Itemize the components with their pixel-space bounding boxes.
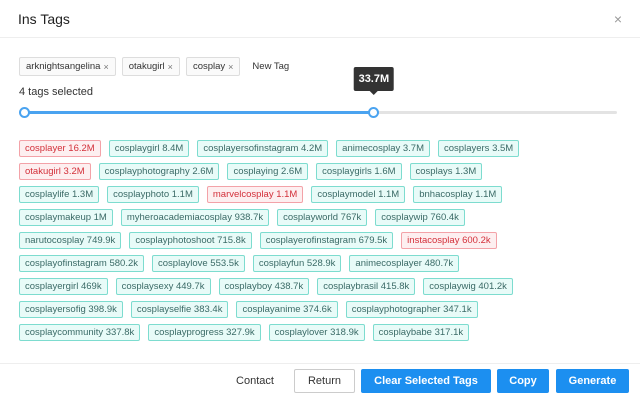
dialog-header: Ins Tags × xyxy=(0,0,640,38)
tag-chip[interactable]: cosplayersofig 398.9k xyxy=(19,301,123,318)
selected-tag-label: otakugirl xyxy=(128,61,165,72)
selected-tag: cosplay × xyxy=(185,57,241,76)
tag-list: cosplayer 16.2M cosplaygirl 8.4M cosplayer… xyxy=(19,140,619,347)
tag-chip[interactable]: animecosplayer 480.7k xyxy=(349,255,460,272)
tag-chip-selected[interactable]: cosplayer 16.2M xyxy=(19,140,101,157)
tag-chip[interactable]: cosplays 1.3M xyxy=(409,163,483,180)
tag-chip[interactable]: cosplayboy 438.7k xyxy=(218,278,310,295)
generate-button[interactable]: Generate xyxy=(556,369,629,393)
tag-chip[interactable]: bnhacosplay 1.1M xyxy=(413,186,503,203)
dialog-title: Ins Tags xyxy=(18,10,70,27)
tag-chip[interactable]: cosplayergirl 469k xyxy=(19,278,108,295)
tag-chip[interactable]: cosplaymodel 1.1M xyxy=(311,186,406,203)
new-tag-button[interactable]: New Tag xyxy=(246,57,295,76)
tag-chip[interactable]: animecosplay 3.7M xyxy=(336,140,431,157)
tag-row: cosplayergirl 469k cosplaysexy 449.7k cosp… xyxy=(19,278,619,295)
tag-chip[interactable]: cosplayersofinstagram 4.2M xyxy=(197,140,329,157)
threshold-slider[interactable]: 33.7M xyxy=(18,67,617,118)
tag-row: narutocosplay 749.9k cosplayphotoshoot 71… xyxy=(19,232,619,249)
tag-chip[interactable]: cosplaygirl 8.4M xyxy=(108,140,190,157)
tag-chip[interactable]: cosplayphotoshoot 715.8k xyxy=(129,232,252,249)
tag-chip[interactable]: cosplaywip 760.4k xyxy=(375,209,465,226)
tag-chip[interactable]: cosplaylife 1.3M xyxy=(19,186,100,203)
selected-tag-label: arknightsangelina xyxy=(26,61,101,72)
slider-tooltip: 33.7M xyxy=(353,67,395,95)
selected-tag: arknightsangelina × xyxy=(19,57,116,76)
remove-icon[interactable]: × xyxy=(228,62,233,72)
tag-row: cosplayer 16.2M cosplaygirl 8.4M cosplayer… xyxy=(19,140,619,157)
tag-chip[interactable]: cosplaylove 553.5k xyxy=(152,255,245,272)
tag-chip[interactable]: cosplaysexy 449.7k xyxy=(115,278,211,295)
tag-chip[interactable]: myheroacademiacosplay 938.7k xyxy=(120,209,270,226)
tag-chip[interactable]: cosplaybrasil 415.8k xyxy=(317,278,416,295)
contact-link[interactable]: Contact xyxy=(226,369,284,393)
selected-tag-label: cosplay xyxy=(192,61,226,72)
tag-row: cosplayersofig 398.9k cosplayselfie 383.4… xyxy=(19,301,619,318)
tag-chip[interactable]: cosplayofinstagram 580.2k xyxy=(19,255,145,272)
slider-handle-min[interactable] xyxy=(18,107,30,118)
tag-chip[interactable]: cosplayprogress 327.9k xyxy=(148,324,261,341)
tag-chip-selected[interactable]: otakugirl 3.2M xyxy=(19,163,91,180)
tag-chip[interactable]: cosplaymakeup 1M xyxy=(19,209,113,226)
tag-chip[interactable]: cosplayfun 528.9k xyxy=(252,255,342,272)
tag-row: cosplaymakeup 1M myheroacademiacosplay 93… xyxy=(19,209,619,226)
tag-chip[interactable]: cosplayphoto 1.1M xyxy=(107,186,199,203)
tag-chip[interactable]: cosplayphotography 2.6M xyxy=(98,163,220,180)
tag-chip[interactable]: cosplaywig 401.2k xyxy=(423,278,513,295)
tag-chip[interactable]: cosplayworld 767k xyxy=(277,209,368,226)
tag-chip[interactable]: cosplayanime 374.6k xyxy=(236,301,338,318)
tag-chip[interactable]: cosplayphotographer 347.1k xyxy=(345,301,478,318)
tag-chip-selected[interactable]: marvelcosplay 1.1M xyxy=(206,186,304,203)
return-button[interactable]: Return xyxy=(294,369,355,393)
tag-chip[interactable]: cosplayers 3.5M xyxy=(438,140,520,157)
tag-chip[interactable]: cosplayerofinstagram 679.5k xyxy=(259,232,394,249)
tag-chip[interactable]: cosplaycommunity 337.8k xyxy=(19,324,141,341)
slider-handle-max[interactable] xyxy=(368,107,380,118)
copy-button[interactable]: Copy xyxy=(497,369,549,393)
tag-row: cosplaycommunity 337.8k cosplayprogress 3… xyxy=(19,324,619,341)
tag-chip[interactable]: cosplaybabe 317.1k xyxy=(372,324,470,341)
tag-chip[interactable]: cosplaying 2.6M xyxy=(227,163,309,180)
tag-row: cosplaylife 1.3M cosplayphoto 1.1M marvelc… xyxy=(19,186,619,203)
tag-chip[interactable]: cosplaylover 318.9k xyxy=(268,324,365,341)
slider-fill xyxy=(24,111,374,114)
tag-chip[interactable]: narutocosplay 749.9k xyxy=(19,232,122,249)
remove-icon[interactable]: × xyxy=(103,62,108,72)
tag-chip-selected[interactable]: instacosplay 600.2k xyxy=(401,232,497,249)
close-icon[interactable]: × xyxy=(614,11,622,27)
selected-tags: arknightsangelina × otakugirl × cosplay × N… xyxy=(19,57,295,76)
tag-row: cosplayofinstagram 580.2k cosplaylove 553… xyxy=(19,255,619,272)
tag-chip[interactable]: cosplaygirls 1.6M xyxy=(316,163,402,180)
tag-chip[interactable]: cosplayselfie 383.4k xyxy=(130,301,229,318)
tag-row: otakugirl 3.2M cosplayphotography 2.6M cos… xyxy=(19,163,619,180)
remove-icon[interactable]: × xyxy=(168,62,173,72)
clear-selected-tags-button[interactable]: Clear Selected Tags xyxy=(361,369,491,393)
selected-count: 4 tags selected xyxy=(19,86,93,98)
selected-tag: otakugirl × xyxy=(121,57,180,76)
